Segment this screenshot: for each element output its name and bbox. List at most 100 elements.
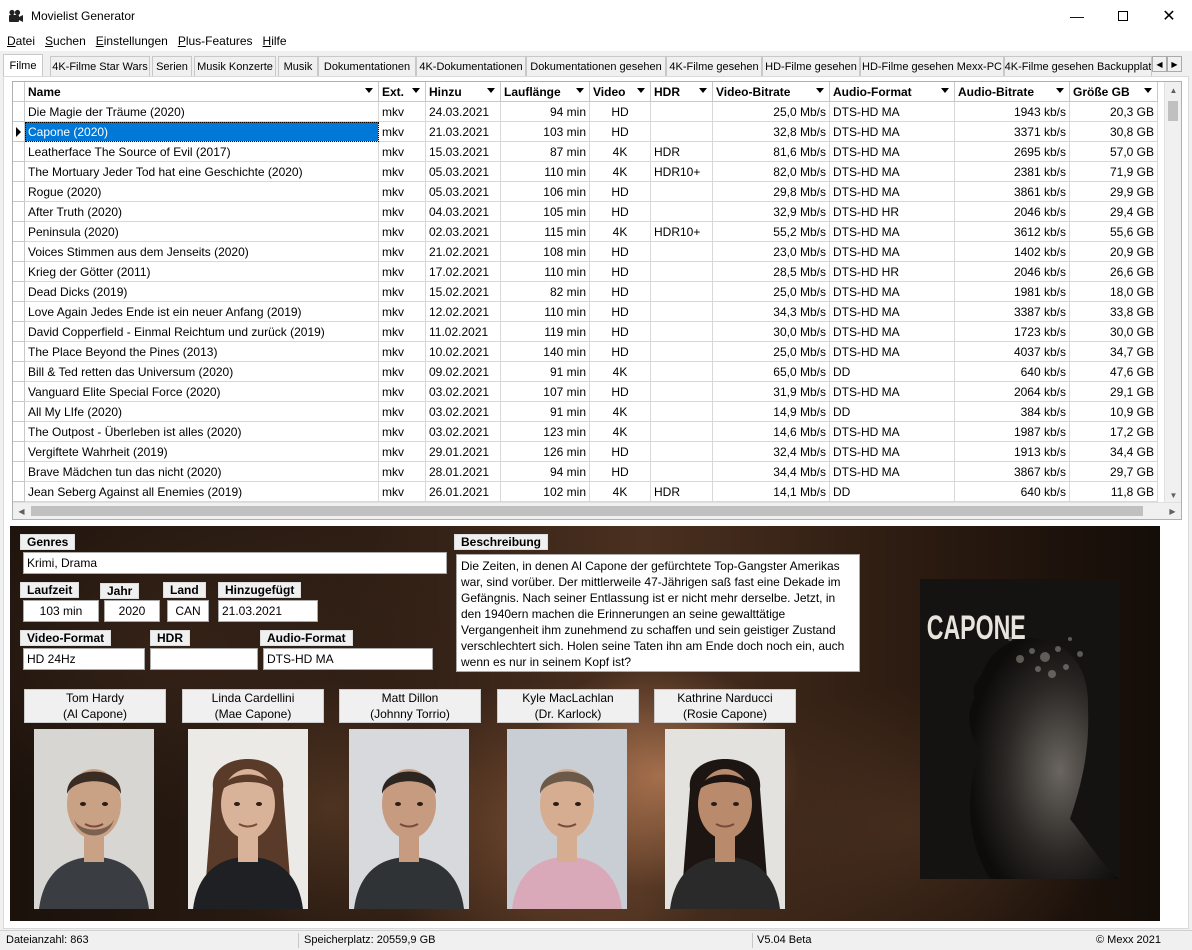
row-selector[interactable] (13, 422, 25, 442)
row-selector[interactable] (13, 142, 25, 162)
cell-audio-bitrate[interactable]: 384 kb/s (955, 402, 1070, 422)
filter-dropdown-icon[interactable] (1144, 88, 1152, 93)
cell-hinzu[interactable]: 26.01.2021 (426, 482, 501, 502)
cell-video[interactable]: HD (590, 322, 651, 342)
table-row[interactable]: The Outpost - Überleben ist alles (2020)… (13, 422, 1158, 442)
column-header-video-bitrate[interactable]: Video-Bitrate (713, 82, 830, 102)
cell-groesse[interactable]: 20,3 GB (1070, 102, 1158, 122)
cell-video-bitrate[interactable]: 29,8 Mb/s (713, 182, 830, 202)
cell-name[interactable]: Capone (2020) (25, 122, 379, 142)
cell-video[interactable]: 4K (590, 422, 651, 442)
cell-name[interactable]: Vanguard Elite Special Force (2020) (25, 382, 379, 402)
cell-groesse[interactable]: 26,6 GB (1070, 262, 1158, 282)
actor-photo[interactable] (34, 729, 154, 909)
cell-audio-bitrate[interactable]: 3387 kb/s (955, 302, 1070, 322)
table-row[interactable]: Rogue (2020) mkv 05.03.2021 106 min HD 29,8 M… (13, 182, 1158, 202)
row-selector[interactable] (13, 462, 25, 482)
cell-video[interactable]: 4K (590, 482, 651, 502)
menu-plus-features[interactable]: Plus-Features (173, 34, 258, 48)
cell-hdr[interactable]: HDR (651, 142, 713, 162)
cell-ext[interactable]: mkv (379, 202, 426, 222)
tab-filme[interactable]: Filme (3, 54, 43, 76)
scroll-thumb[interactable] (1168, 101, 1178, 121)
table-row[interactable]: Brave Mädchen tun das nicht (2020) mkv 28.… (13, 462, 1158, 482)
cell-video[interactable]: HD (590, 282, 651, 302)
cell-groesse[interactable]: 47,6 GB (1070, 362, 1158, 382)
cell-groesse[interactable]: 29,1 GB (1070, 382, 1158, 402)
cast-name-card[interactable]: Kyle MacLachlan (Dr. Karlock) (497, 689, 639, 723)
cell-audio-bitrate[interactable]: 1987 kb/s (955, 422, 1070, 442)
cell-audio-format[interactable]: DTS-HD MA (830, 182, 955, 202)
scroll-right-icon[interactable]: ▶ (1164, 503, 1181, 519)
cell-audio-format[interactable]: DTS-HD MA (830, 102, 955, 122)
cell-video[interactable]: HD (590, 202, 651, 222)
row-selector[interactable] (13, 222, 25, 242)
cell-hinzu[interactable]: 12.02.2021 (426, 302, 501, 322)
cell-groesse[interactable]: 29,9 GB (1070, 182, 1158, 202)
cell-video-bitrate[interactable]: 31,9 Mb/s (713, 382, 830, 402)
row-selector[interactable] (13, 482, 25, 502)
cell-hinzu[interactable]: 15.02.2021 (426, 282, 501, 302)
row-selector[interactable] (13, 102, 25, 122)
table-row[interactable]: The Mortuary Jeder Tod hat eine Geschich… (13, 162, 1158, 182)
table-row[interactable]: Vanguard Elite Special Force (2020) mkv 03… (13, 382, 1158, 402)
column-header-groesse[interactable]: Größe GB (1070, 82, 1158, 102)
table-row[interactable]: All My LIfe (2020) mkv 03.02.2021 91 min 4K 1… (13, 402, 1158, 422)
cell-hdr[interactable] (651, 282, 713, 302)
menu-datei[interactable]: Datei (2, 34, 40, 48)
cell-ext[interactable]: mkv (379, 102, 426, 122)
cell-hinzu[interactable]: 09.02.2021 (426, 362, 501, 382)
cell-name[interactable]: All My LIfe (2020) (25, 402, 379, 422)
cell-groesse[interactable]: 57,0 GB (1070, 142, 1158, 162)
cell-laufzeit[interactable]: 110 min (501, 262, 590, 282)
filter-dropdown-icon[interactable] (1056, 88, 1064, 93)
table-row[interactable]: Vergiftete Wahrheit (2019) mkv 29.01.2021 1… (13, 442, 1158, 462)
row-selector[interactable] (13, 122, 25, 142)
scroll-up-icon[interactable]: ▲ (1165, 82, 1181, 99)
cell-video-bitrate[interactable]: 28,5 Mb/s (713, 262, 830, 282)
cell-video[interactable]: HD (590, 102, 651, 122)
cell-groesse[interactable]: 30,8 GB (1070, 122, 1158, 142)
filter-dropdown-icon[interactable] (412, 88, 420, 93)
cell-laufzeit[interactable]: 94 min (501, 462, 590, 482)
cell-hinzu[interactable]: 05.03.2021 (426, 182, 501, 202)
cell-ext[interactable]: mkv (379, 362, 426, 382)
cell-audio-bitrate[interactable]: 1723 kb/s (955, 322, 1070, 342)
cell-ext[interactable]: mkv (379, 422, 426, 442)
row-selector[interactable] (13, 202, 25, 222)
cell-hinzu[interactable]: 10.02.2021 (426, 342, 501, 362)
filter-dropdown-icon[interactable] (941, 88, 949, 93)
row-selector[interactable] (13, 442, 25, 462)
cell-hinzu[interactable]: 04.03.2021 (426, 202, 501, 222)
column-header-hdr[interactable]: HDR (651, 82, 713, 102)
cell-hinzu[interactable]: 28.01.2021 (426, 462, 501, 482)
cell-laufzeit[interactable]: 91 min (501, 402, 590, 422)
cell-audio-format[interactable]: DTS-HD MA (830, 162, 955, 182)
cell-laufzeit[interactable]: 107 min (501, 382, 590, 402)
column-header-name[interactable]: Name (25, 82, 379, 102)
tab-4k-filme-star-wars[interactable]: 4K-Filme Star Wars (50, 56, 150, 76)
cell-laufzeit[interactable]: 103 min (501, 122, 590, 142)
row-selector[interactable] (13, 282, 25, 302)
cell-laufzeit[interactable]: 110 min (501, 162, 590, 182)
row-selector[interactable] (13, 382, 25, 402)
table-row[interactable]: Krieg der Götter (2011) mkv 17.02.2021 110 … (13, 262, 1158, 282)
cell-audio-bitrate[interactable]: 4037 kb/s (955, 342, 1070, 362)
cell-groesse[interactable]: 17,2 GB (1070, 422, 1158, 442)
cell-name[interactable]: Vergiftete Wahrheit (2019) (25, 442, 379, 462)
tab-4k-filme-gesehen[interactable]: 4K-Filme gesehen (666, 56, 762, 76)
actor-photo[interactable] (507, 729, 627, 909)
cell-audio-bitrate[interactable]: 640 kb/s (955, 362, 1070, 382)
cell-name[interactable]: Krieg der Götter (2011) (25, 262, 379, 282)
cell-audio-format[interactable]: DD (830, 482, 955, 502)
tab-musik-konzerte[interactable]: Musik Konzerte (194, 56, 276, 76)
cell-hdr[interactable] (651, 322, 713, 342)
actor-photo[interactable] (665, 729, 785, 909)
tab-dokumentationen[interactable]: Dokumentationen (318, 56, 416, 76)
cell-laufzeit[interactable]: 115 min (501, 222, 590, 242)
table-row[interactable]: Love Again Jedes Ende ist ein neuer Anfa… (13, 302, 1158, 322)
cell-hdr[interactable] (651, 342, 713, 362)
cell-audio-bitrate[interactable]: 2695 kb/s (955, 142, 1070, 162)
row-selector[interactable] (13, 322, 25, 342)
cell-hdr[interactable]: HDR10+ (651, 222, 713, 242)
